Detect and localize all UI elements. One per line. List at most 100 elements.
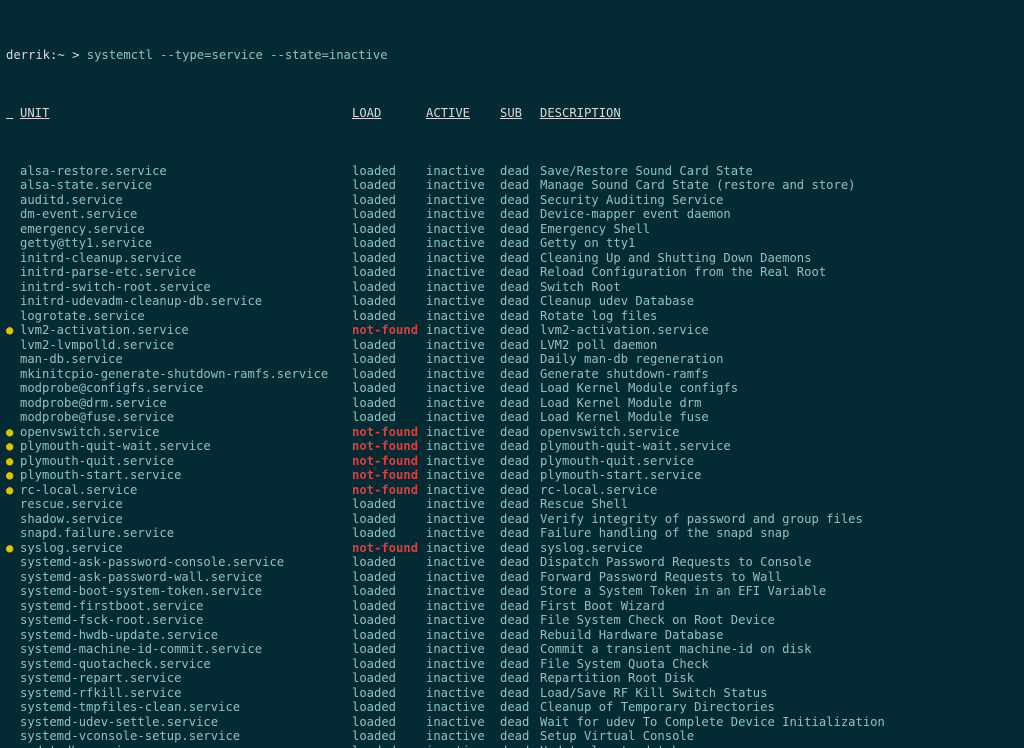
unit-name: syslog.service [20, 541, 352, 556]
active-state: inactive [426, 294, 500, 309]
active-state: inactive [426, 584, 500, 599]
active-state: inactive [426, 309, 500, 324]
active-state: inactive [426, 381, 500, 396]
header-load: LOAD [352, 106, 426, 121]
load-state: loaded [352, 512, 426, 527]
status-bullet-icon [6, 367, 20, 382]
status-bullet-icon [6, 700, 20, 715]
load-state: loaded [352, 744, 426, 748]
active-state: inactive [426, 352, 500, 367]
load-state: loaded [352, 207, 426, 222]
unit-name: rescue.service [20, 497, 352, 512]
sub-state: dead [500, 396, 540, 411]
load-state: loaded [352, 236, 426, 251]
table-row: modprobe@fuse.serviceloadedinactivedeadL… [6, 410, 1018, 425]
load-state: loaded [352, 657, 426, 672]
description: Switch Root [540, 280, 1018, 295]
table-row: emergency.serviceloadedinactivedeadEmerg… [6, 222, 1018, 237]
description: Cleanup of Temporary Directories [540, 700, 1018, 715]
header-sub: SUB [500, 106, 540, 121]
sub-state: dead [500, 251, 540, 266]
unit-name: systemd-machine-id-commit.service [20, 642, 352, 657]
unit-name: shadow.service [20, 512, 352, 527]
sub-state: dead [500, 439, 540, 454]
unit-name: systemd-quotacheck.service [20, 657, 352, 672]
table-row: shadow.serviceloadedinactivedeadVerify i… [6, 512, 1018, 527]
status-bullet-icon [6, 526, 20, 541]
active-state: inactive [426, 700, 500, 715]
active-state: inactive [426, 367, 500, 382]
prompt-path: ~ [57, 48, 64, 62]
unit-name: alsa-state.service [20, 178, 352, 193]
table-row: systemd-ask-password-console.serviceload… [6, 555, 1018, 570]
description: plymouth-start.service [540, 468, 1018, 483]
sub-state: dead [500, 628, 540, 643]
sub-state: dead [500, 744, 540, 748]
load-state: not-found [352, 483, 426, 498]
terminal[interactable]: derrik:~ > systemctl --type=service --st… [0, 0, 1024, 748]
status-bullet-icon [6, 396, 20, 411]
table-row: dm-event.serviceloadedinactivedeadDevice… [6, 207, 1018, 222]
load-state: loaded [352, 309, 426, 324]
sub-state: dead [500, 497, 540, 512]
status-bullet-icon [6, 164, 20, 179]
table-row: ●plymouth-quit-wait.servicenot-foundinac… [6, 439, 1018, 454]
unit-name: auditd.service [20, 193, 352, 208]
description: Cleanup udev Database [540, 294, 1018, 309]
status-bullet-icon [6, 410, 20, 425]
active-state: inactive [426, 555, 500, 570]
table-row: getty@tty1.serviceloadedinactivedeadGett… [6, 236, 1018, 251]
status-bullet-icon [6, 294, 20, 309]
table-row: man-db.serviceloadedinactivedeadDaily ma… [6, 352, 1018, 367]
unit-name: plymouth-quit.service [20, 454, 352, 469]
active-state: inactive [426, 468, 500, 483]
unit-name: emergency.service [20, 222, 352, 237]
active-state: inactive [426, 541, 500, 556]
load-state: loaded [352, 526, 426, 541]
table-row: ●plymouth-start.servicenot-foundinactive… [6, 468, 1018, 483]
table-row: auditd.serviceloadedinactivedeadSecurity… [6, 193, 1018, 208]
description: File System Quota Check [540, 657, 1018, 672]
sub-state: dead [500, 352, 540, 367]
active-state: inactive [426, 483, 500, 498]
table-row: systemd-tmpfiles-clean.serviceloadedinac… [6, 700, 1018, 715]
table-row: systemd-hwdb-update.serviceloadedinactiv… [6, 628, 1018, 643]
sub-state: dead [500, 207, 540, 222]
table-row: ●openvswitch.servicenot-foundinactivedea… [6, 425, 1018, 440]
load-state: loaded [352, 584, 426, 599]
unit-name: modprobe@configfs.service [20, 381, 352, 396]
sub-state: dead [500, 164, 540, 179]
sub-state: dead [500, 613, 540, 628]
sub-state: dead [500, 410, 540, 425]
table-row: systemd-machine-id-commit.serviceloadedi… [6, 642, 1018, 657]
load-state: loaded [352, 178, 426, 193]
description: File System Check on Root Device [540, 613, 1018, 628]
status-bullet-icon: ● [6, 454, 20, 469]
status-bullet-icon: ● [6, 468, 20, 483]
unit-name: plymouth-quit-wait.service [20, 439, 352, 454]
description: Load Kernel Module fuse [540, 410, 1018, 425]
description: LVM2 poll daemon [540, 338, 1018, 353]
description: Wait for udev To Complete Device Initial… [540, 715, 1018, 730]
active-state: inactive [426, 323, 500, 338]
description: Update locate database [540, 744, 1018, 748]
description: Failure handling of the snapd snap [540, 526, 1018, 541]
description: Setup Virtual Console [540, 729, 1018, 744]
active-state: inactive [426, 280, 500, 295]
header-bullet [6, 106, 20, 121]
unit-name: systemd-fsck-root.service [20, 613, 352, 628]
load-state: loaded [352, 294, 426, 309]
table-row: updatedb.serviceloadedinactivedeadUpdate… [6, 744, 1018, 748]
load-state: not-found [352, 323, 426, 338]
load-state: loaded [352, 251, 426, 266]
table-row: systemd-ask-password-wall.serviceloadedi… [6, 570, 1018, 585]
unit-name: man-db.service [20, 352, 352, 367]
table-row: initrd-switch-root.serviceloadedinactive… [6, 280, 1018, 295]
description: rc-local.service [540, 483, 1018, 498]
sub-state: dead [500, 338, 540, 353]
load-state: loaded [352, 352, 426, 367]
table-row: alsa-restore.serviceloadedinactivedeadSa… [6, 164, 1018, 179]
sub-state: dead [500, 686, 540, 701]
description: Rebuild Hardware Database [540, 628, 1018, 643]
load-state: loaded [352, 222, 426, 237]
